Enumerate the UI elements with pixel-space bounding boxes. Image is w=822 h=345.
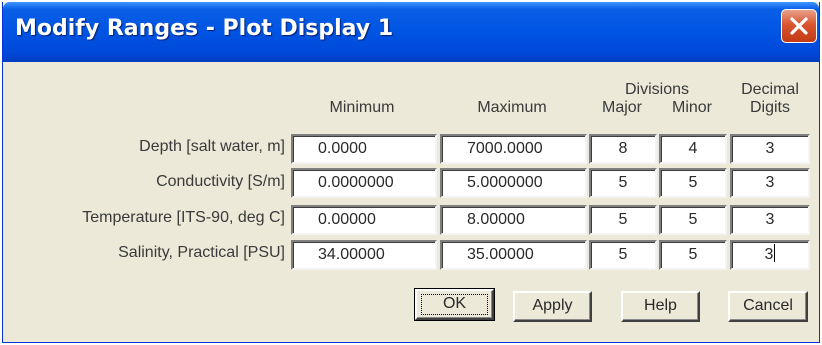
conductivity-minimum-field[interactable]: 0.0000000 [291, 168, 437, 198]
depth-minor-field[interactable]: 4 [659, 134, 727, 164]
conductivity-minor-field[interactable]: 5 [659, 168, 727, 198]
header-decimal: Decimal [741, 81, 799, 98]
header-divisions: Divisions [624, 81, 689, 98]
salinity-decimal-field[interactable]: 3 [730, 240, 810, 270]
header-minor: Minor [671, 99, 712, 116]
salinity-major-field[interactable]: 5 [589, 240, 657, 270]
depth-decimal-field[interactable]: 3 [730, 134, 810, 164]
dialog-body: Minimum Maximum Divisions Major Minor De… [3, 62, 819, 342]
title-bar[interactable]: Modify Ranges - Plot Display 1 [3, 2, 819, 62]
help-button-label: Help [644, 297, 677, 314]
label-salinity: Salinity, Practical [PSU] [118, 244, 285, 261]
close-icon [790, 17, 808, 35]
salinity-decimal-value: 3 [764, 246, 774, 263]
help-button[interactable]: Help [621, 291, 700, 322]
temperature-minor-field[interactable]: 5 [659, 205, 727, 235]
depth-maximum-field[interactable]: 7000.0000 [440, 134, 587, 164]
apply-button[interactable]: Apply [513, 291, 592, 322]
label-temperature: Temperature [ITS-90, deg C] [82, 209, 285, 226]
temperature-minimum-field[interactable]: 0.00000 [291, 205, 437, 235]
depth-minimum-field[interactable]: 0.0000 [291, 134, 437, 164]
label-conductivity: Conductivity [S/m] [156, 173, 285, 190]
header-digits: Digits [749, 99, 790, 116]
ok-button[interactable]: OK [414, 288, 495, 321]
cancel-button[interactable]: Cancel [728, 291, 808, 322]
salinity-minor-field[interactable]: 5 [659, 240, 727, 270]
conductivity-maximum-field[interactable]: 5.0000000 [440, 168, 587, 198]
text-caret [774, 244, 776, 262]
window-title: Modify Ranges - Plot Display 1 [15, 16, 394, 41]
label-depth: Depth [salt water, m] [139, 138, 285, 155]
temperature-maximum-field[interactable]: 8.00000 [440, 205, 587, 235]
focus-rectangle [421, 294, 488, 315]
temperature-decimal-field[interactable]: 3 [730, 205, 810, 235]
cancel-button-label: Cancel [743, 297, 793, 314]
apply-button-label: Apply [532, 297, 573, 314]
header-maximum: Maximum [477, 99, 547, 116]
salinity-maximum-field[interactable]: 35.00000 [440, 240, 587, 270]
modify-ranges-dialog: Modify Ranges - Plot Display 1 Minimum M… [2, 2, 820, 343]
temperature-major-field[interactable]: 5 [589, 205, 657, 235]
salinity-minimum-field[interactable]: 34.00000 [291, 240, 437, 270]
depth-major-field[interactable]: 8 [589, 134, 657, 164]
header-minimum: Minimum [329, 99, 395, 116]
conductivity-decimal-field[interactable]: 3 [730, 168, 810, 198]
header-major: Major [601, 99, 642, 116]
close-button[interactable] [781, 9, 817, 43]
conductivity-major-field[interactable]: 5 [589, 168, 657, 198]
